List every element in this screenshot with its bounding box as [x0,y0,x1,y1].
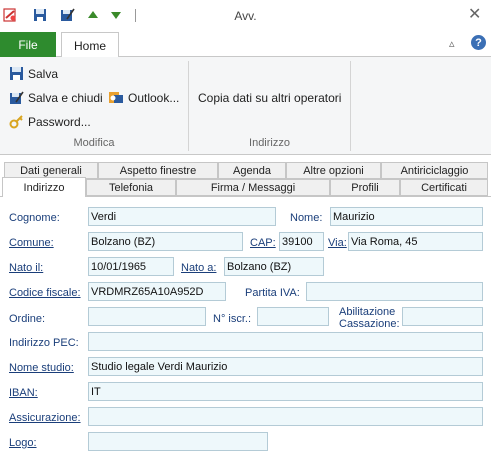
nato-a-field[interactable]: Bolzano (BZ) [224,257,324,276]
tab-file[interactable]: File [0,32,56,57]
save-and-close-icon [10,91,24,104]
ordine-label: Ordine: [9,313,46,325]
copy-data-button[interactable]: Copia dati su altri operatori [198,91,341,105]
tab-agenda[interactable]: Agenda [218,162,286,179]
save-button[interactable]: Salva [9,66,58,81]
copy-data-label: Copia dati su altri operatori [198,91,342,105]
nome-label: Nome: [290,212,323,224]
codice-fiscale-field[interactable]: VRDMRZ65A10A952D [88,282,226,301]
cognome-label: Cognome: [9,212,60,224]
save-and-close-button[interactable]: Salva e chiudi [9,90,103,105]
tab-home[interactable]: Home [61,32,119,58]
ribbon-separator [350,61,351,151]
save-and-close-label: Salva e chiudi [28,90,103,105]
tab-antiriciclaggio[interactable]: Antiriciclaggio [381,162,488,179]
nato-il-label[interactable]: Nato il: [9,262,43,274]
password-label: Password... [28,114,91,129]
n-iscr-field[interactable] [257,307,329,326]
collapse-ribbon-icon[interactable]: ▵ [449,37,455,50]
nato-a-label[interactable]: Nato a: [181,262,216,274]
tab-profili[interactable]: Profili [330,179,400,196]
via-label[interactable]: Via: [328,237,347,249]
abilitazione-label-line2: Cassazione: [339,318,400,330]
tab-certificati[interactable]: Certificati [400,179,488,196]
pec-field[interactable] [88,332,483,351]
iban-label[interactable]: IBAN: [9,387,38,399]
group-label-modifica: Modifica [73,137,115,149]
save-icon [10,67,23,80]
password-button[interactable]: Password... [9,114,91,129]
title-bar: Avv. ✕ [0,0,491,30]
nome-field[interactable]: Maurizio [330,207,483,226]
comune-field[interactable]: Bolzano (BZ) [88,232,243,251]
tab-aspetto-finestre[interactable]: Aspetto finestre [98,162,218,179]
assicurazione-label[interactable]: Assicurazione: [9,412,81,424]
logo-label[interactable]: Logo: [9,437,37,449]
cap-label[interactable]: CAP: [250,237,276,249]
group-label-indirizzo: Indirizzo [249,137,290,149]
help-icon[interactable]: ? [471,35,486,50]
abilitazione-label: Abilitazione Cassazione: [339,306,400,330]
partita-iva-field[interactable] [306,282,483,301]
ribbon: Salva Salva e chiudi Outlook... Password… [0,57,491,155]
key-icon [9,115,23,129]
comune-label[interactable]: Comune: [9,237,54,249]
abilitazione-field[interactable] [402,307,483,326]
n-iscr-label: N° iscr.: [213,313,252,325]
assicurazione-field[interactable] [88,407,483,426]
outlook-label: Outlook... [128,90,180,105]
tab-altre-opzioni[interactable]: Altre opzioni [286,162,381,179]
nato-il-field[interactable]: 10/01/1965 [88,257,174,276]
tab-firma-messaggi[interactable]: Firma / Messaggi [176,179,330,196]
nome-studio-label[interactable]: Nome studio: [9,362,74,374]
iban-field[interactable]: IT [88,382,483,401]
ordine-field[interactable] [88,307,206,326]
via-field[interactable]: Via Roma, 45 [348,232,483,251]
cognome-field[interactable]: Verdi [88,207,276,226]
tab-telefonia[interactable]: Telefonia [86,179,176,196]
nome-studio-field[interactable]: Studio legale Verdi Maurizio [88,357,483,376]
save-label: Salva [28,66,59,81]
outlook-icon [109,92,123,103]
codice-fiscale-label[interactable]: Codice fiscale: [9,287,81,299]
partita-iva-label: Partita IVA: [245,287,300,299]
window-title: Avv. [234,9,257,23]
logo-field[interactable] [88,432,268,451]
abilitazione-label-line1: Abilitazione [339,306,396,318]
cap-field[interactable]: 39100 [279,232,324,251]
tab-indirizzo[interactable]: Indirizzo [2,177,86,197]
outlook-button[interactable]: Outlook... [108,90,179,105]
close-icon[interactable]: ✕ [468,4,481,24]
pec-label: Indirizzo PEC: [9,337,79,349]
